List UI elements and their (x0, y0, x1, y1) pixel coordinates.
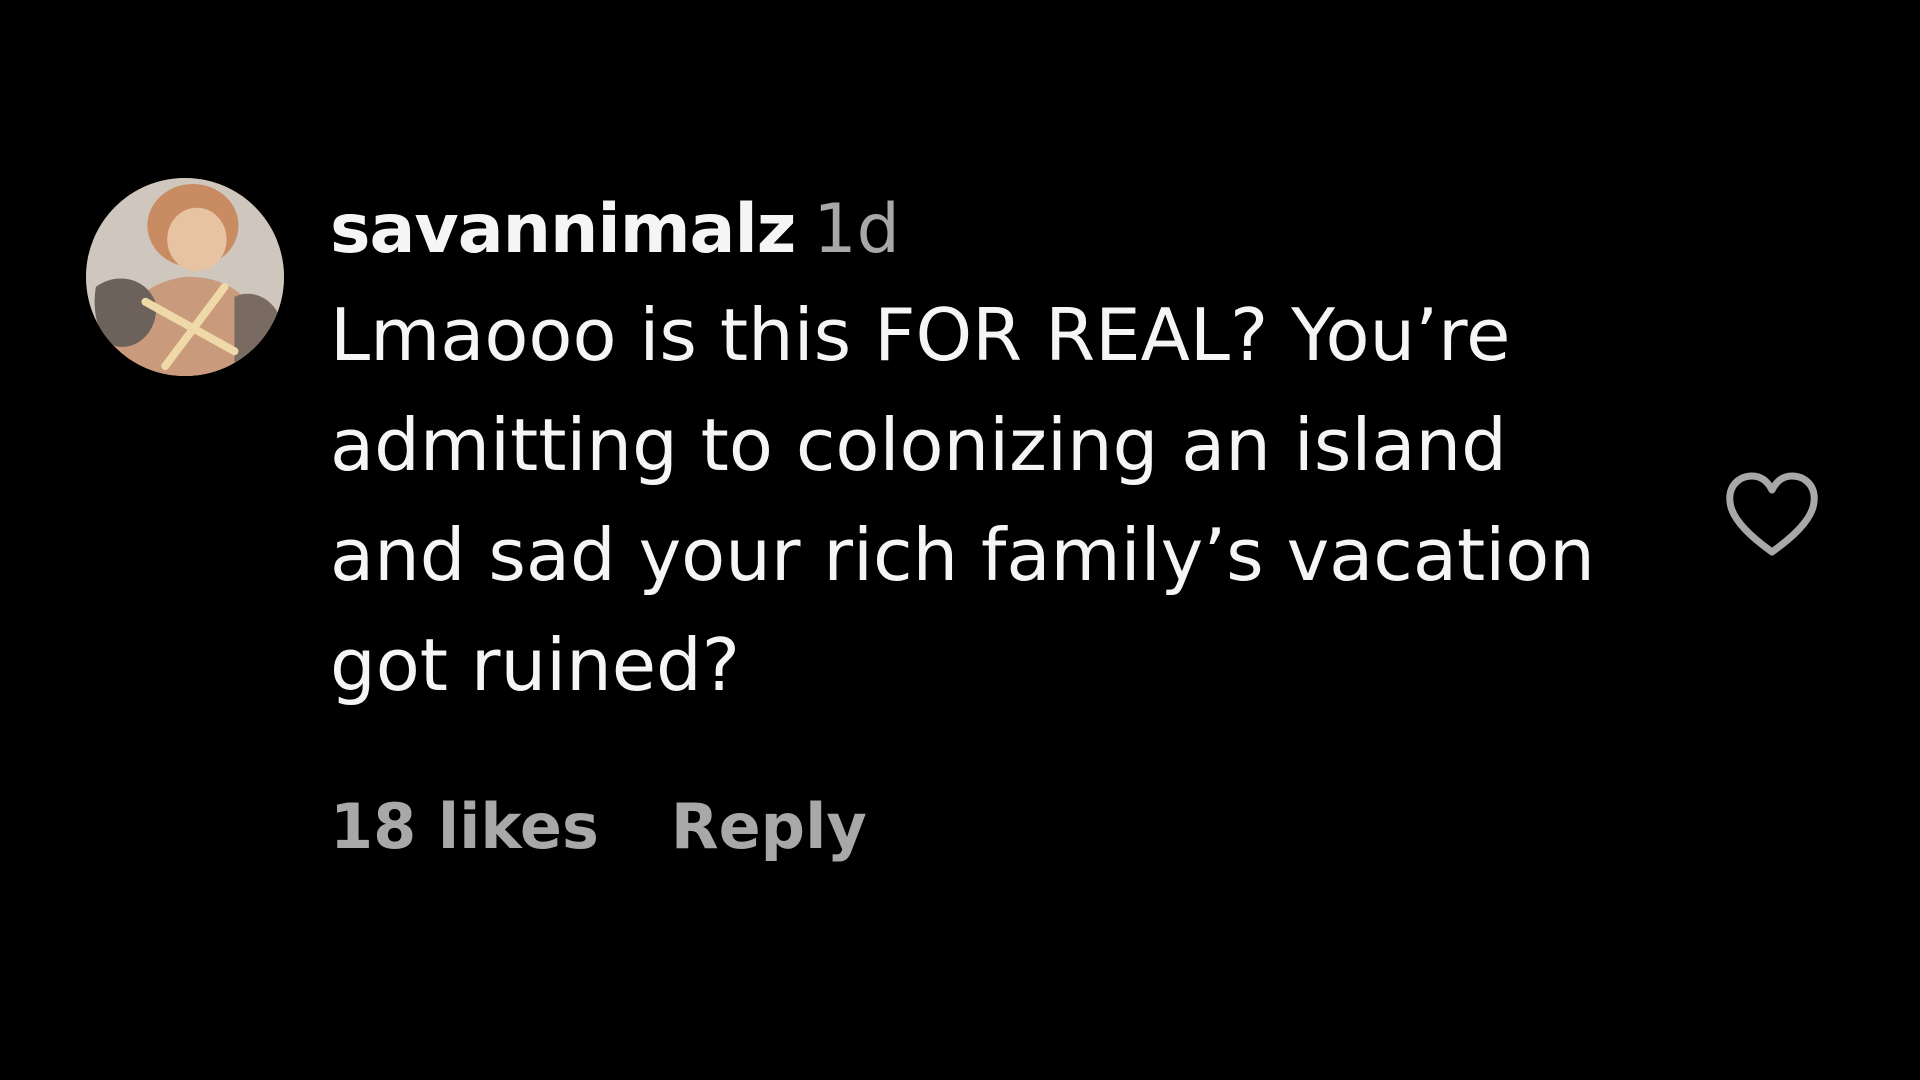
heart-icon (1726, 472, 1818, 556)
profile-photo-icon (86, 178, 284, 376)
comment-item: savannimalz 1d Lmaooo is this FOR REAL? … (0, 0, 1920, 1080)
likes-count[interactable]: 18 likes (330, 790, 599, 863)
like-button[interactable] (1722, 470, 1822, 560)
comment-text: Lmaooo is this FOR REAL? You’re admittin… (330, 293, 1595, 707)
avatar[interactable] (86, 178, 284, 376)
comment-header: savannimalz 1d (330, 190, 1660, 280)
username[interactable]: savannimalz (330, 190, 796, 269)
comment-body: savannimalz 1d Lmaooo is this FOR REAL? … (330, 190, 1660, 720)
timestamp[interactable]: 1d (813, 190, 899, 269)
reply-button[interactable]: Reply (671, 790, 867, 863)
comment-actions: 18 likes Reply (330, 790, 867, 863)
